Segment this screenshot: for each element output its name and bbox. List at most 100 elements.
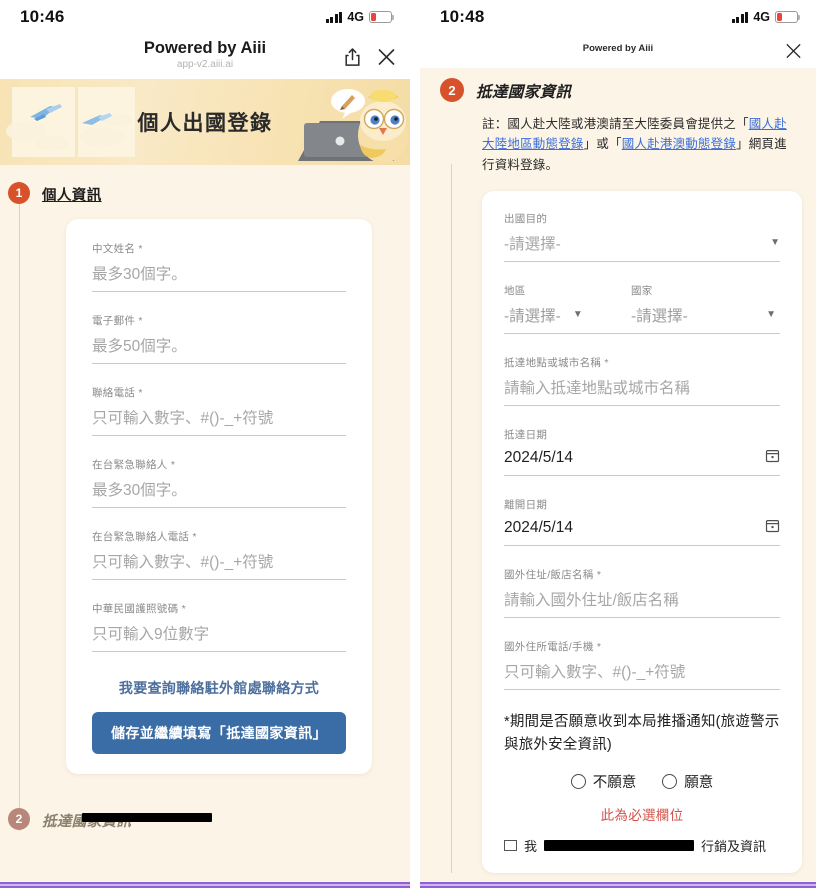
browser-actions [344,47,396,66]
chevron-down-icon: ▼ [572,309,583,321]
field-email: 電子郵件 * 最多50個字。 [92,313,346,364]
step-2-title: 抵達國家資訊 [476,84,572,101]
field-label: 聯絡電話 * [92,387,143,399]
field-label: 電子郵件 * [92,315,143,327]
right-content: 2 抵達國家資訊 註：國人赴大陸或港澳請至大陸委員會提供之「國人赴大陸地區動態登… [420,68,816,874]
field-arrival-date: 抵達日期 2024/5/14 [504,427,780,476]
mainland-note: 註：國人赴大陸或港澳請至大陸委員會提供之「國人赴大陸地區動態登錄」或「國人赴港澳… [482,117,787,172]
left-browser-chrome: Powered by Aiii app-v2.aiii.ai [0,34,410,79]
status-time: 10:48 [440,7,485,26]
arrival-card-wrap: 出國目的 -請選擇- ▼ 地區 國家 -請選擇- ▼ -請選擇- ▼ 抵達地點或… [420,175,816,874]
step-1-title: 個人資訊 [42,188,102,204]
field-label: 國外住址/飯店名稱 * [504,568,602,581]
redaction-bar [544,840,695,852]
right-status-bar: 10:48 4G [420,0,816,34]
checkbox-icon[interactable] [504,840,517,852]
field-phone: 聯絡電話 * 只可輸入數字、#()-_+符號 [92,385,346,436]
radio-circle-icon [662,774,678,790]
field-arrival-place: 抵達地點或城市名稱 * 請輸入抵達地點或城市名稱 [504,355,780,406]
note-wrap: 註：國人赴大陸或港澳請至大陸委員會提供之「國人赴大陸地區動態登錄」或「國人赴港澳… [420,102,816,175]
country-select[interactable]: -請選擇- ▼ [631,304,780,326]
field-label: 離開日期 [504,498,548,511]
field-departure-date: 離開日期 2024/5/14 [504,497,780,546]
consent-radio-group: 不願意 願意 [504,771,780,792]
browser-actions [785,43,802,60]
field-abroad-phone: 國外住所電話/手機 * 只可輸入數字、#()-_+符號 [504,639,780,690]
arrival-place-input[interactable]: 請輸入抵達地點或城市名稱 [504,376,780,406]
field-label: 在台緊急聯絡人電話 * [92,531,197,543]
status-time: 10:46 [20,7,65,26]
browser-title-block: Powered by Aiii app-v2.aiii.ai [144,39,266,70]
field-emergency-contact: 在台緊急聯絡人 * 最多30個字。 [92,457,346,508]
region-select[interactable]: -請選擇- ▼ [504,304,631,326]
battery-icon [369,11,395,23]
left-content: 1 個人資訊 中文姓名 * 最多30個字。 電子郵件 * 最多50個字。 聯絡電… [0,165,410,831]
browser-title-block: Powered by Aiii [582,42,654,55]
region-label: 地區 [504,284,526,297]
travel-purpose-select[interactable]: -請選擇- ▼ [504,232,780,262]
calendar-icon[interactable] [765,518,780,538]
signal-strength-icon [731,11,749,23]
passport-number-input[interactable]: 只可輸入9位數字 [92,622,346,652]
step-1-header: 1 個人資訊 [0,165,410,205]
arrival-info-card: 出國目的 -請選擇- ▼ 地區 國家 -請選擇- ▼ -請選擇- ▼ 抵達地點或… [482,190,802,874]
hk-macau-registration-link[interactable]: 國人赴港澳動態登錄 [622,137,736,151]
emergency-contact-input[interactable]: 最多30個字。 [92,478,346,508]
consent-error-message: 此為必選欄位 [600,808,684,824]
field-label: 國外住所電話/手機 * [504,640,602,653]
close-icon[interactable] [785,43,802,60]
banner-title: 個人出國登錄 [137,112,273,135]
calendar-icon[interactable] [765,448,780,468]
consent-radio-yes[interactable]: 願意 [662,771,713,792]
emergency-phone-input[interactable]: 只可輸入數字、#()-_+符號 [92,550,346,580]
signal-strength-icon [325,11,343,23]
personal-info-card-wrap: 中文姓名 * 最多30個字。 電子郵件 * 最多50個字。 聯絡電話 * 只可輸… [0,205,410,774]
consent-radio-no[interactable]: 不願意 [570,771,636,792]
owl-illustration [290,79,410,165]
step-2-header-preview: 2 抵達國家資訊 [0,774,410,831]
field-label: 出國目的 [504,212,548,225]
step-connector-rail [450,164,452,874]
field-label: 在台緊急聯絡人 * [92,459,176,471]
chinese-name-input[interactable]: 最多30個字。 [92,262,346,292]
arrival-date-input[interactable]: 2024/5/14 [504,448,780,476]
field-passport: 中華民國護照號碼 * 只可輸入9位數字 [92,601,346,652]
departure-date-input[interactable]: 2024/5/14 [504,518,780,546]
airplane-icon [30,104,62,121]
embassy-contact-link[interactable]: 我要查詢聯絡駐外館處聯絡方式 [92,678,346,698]
bottom-accent-bar [420,882,816,888]
country-label: 國家 [630,284,653,297]
abroad-phone-input[interactable]: 只可輸入數字、#()-_+符號 [504,660,780,690]
browser-title: Powered by Aiii [582,42,654,54]
save-and-continue-button[interactable]: 儲存並繼續填寫「抵達國家資訊」 [92,712,346,754]
radio-circle-icon [570,774,586,790]
right-browser-chrome: Powered by Aiii [420,34,816,68]
step-2-header: 2 抵達國家資訊 [420,68,816,102]
region-country-row: -請選擇- ▼ -請選擇- ▼ [504,304,780,334]
redaction-bar [82,813,212,822]
consent-section: *期間是否願意收到本局推播通知(旅遊警示與旅外安全資訊) 不願意 願意 此為必選… [504,711,780,824]
agreement-checkbox-row[interactable]: 我 行銷及資訊 [504,836,780,855]
contact-phone-input[interactable]: 只可輸入數字、#()-_+符號 [92,406,346,436]
browser-title: Powered by Aiii [143,38,267,57]
step-2-badge: 2 [440,78,464,102]
dual-screenshot-container: 10:46 4G Powered by Aiii app-v2.aiii.ai [0,0,816,888]
step-connector-rail [18,189,20,831]
screen-divider [410,0,420,888]
consent-question: *期間是否願意收到本局推播通知(旅遊警示與旅外安全資訊) [504,713,780,753]
status-indicators: 4G [325,10,395,24]
abroad-address-input[interactable]: 請輸入國外住址/飯店名稱 [504,588,780,618]
chevron-down-icon: ▼ [766,309,776,321]
share-icon[interactable] [344,47,361,66]
chevron-down-icon: ▼ [770,237,780,249]
field-chinese-name: 中文姓名 * 最多30個字。 [92,241,346,292]
right-phone-screen: 10:48 4G Powered by Aiii 2 抵達國家資訊 註：國人赴大… [420,0,816,888]
field-abroad-address: 國外住址/飯店名稱 * 請輸入國外住址/飯店名稱 [504,567,780,618]
close-icon[interactable] [377,47,396,66]
step-2-badge: 2 [8,808,30,830]
field-label: 抵達日期 [504,428,548,441]
email-input[interactable]: 最多50個字。 [92,334,346,364]
field-label: 中文姓名 * [92,243,143,255]
bottom-accent-bar [0,882,410,888]
airplane-icon-2 [82,113,112,125]
